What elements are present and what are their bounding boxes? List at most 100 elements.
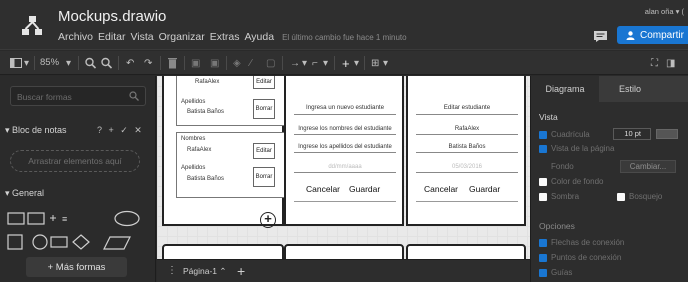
mockup-student-list[interactable]: RafaAlex Editar Apellidos Batista Baños … bbox=[162, 76, 286, 228]
page-tab-bar: ⋮ Página-1 ⌃ + bbox=[157, 259, 530, 282]
connection-arrows-option[interactable]: Flechas de conexión bbox=[539, 238, 624, 247]
undo-icon[interactable]: ↶ bbox=[126, 57, 134, 69]
fill-color-icon[interactable]: ◈ bbox=[233, 57, 241, 69]
names-input[interactable]: Ingrese los nombres del estudiante bbox=[294, 124, 396, 135]
format-panel-icon[interactable]: ◨ bbox=[666, 57, 675, 69]
grid-size-input[interactable]: 10 pt bbox=[613, 128, 651, 140]
diagram-canvas[interactable]: RafaAlex Editar Apellidos Batista Baños … bbox=[157, 76, 530, 259]
comments-icon[interactable] bbox=[594, 31, 607, 42]
zoom-out-icon[interactable] bbox=[101, 57, 112, 69]
add-student-button[interactable]: + bbox=[260, 212, 276, 228]
student-name: RafaAlex bbox=[195, 79, 220, 85]
name-input[interactable]: RafaAlex bbox=[416, 124, 518, 135]
more-shapes-button[interactable]: + Más formas bbox=[26, 257, 127, 277]
menu-organizar[interactable]: Organizar bbox=[159, 31, 205, 43]
guides-checkbox[interactable] bbox=[539, 268, 547, 277]
connection-style-icon[interactable]: → bbox=[290, 57, 300, 69]
shadow-icon[interactable]: ▢ bbox=[266, 57, 275, 69]
sketch-option[interactable]: Bosquejo bbox=[617, 192, 662, 201]
mockup-new-student-form[interactable]: Ingresa un nuevo estudiante Ingrese los … bbox=[284, 76, 404, 226]
guides-option[interactable]: Guías bbox=[539, 268, 572, 277]
zoom-level[interactable]: 85% bbox=[40, 57, 59, 68]
date-input[interactable]: 05/03/2016 bbox=[416, 162, 518, 173]
user-icon bbox=[626, 30, 635, 40]
tab-pagina-1[interactable]: Página-1 ⌃ bbox=[183, 266, 227, 277]
svg-text:≡: ≡ bbox=[62, 214, 67, 224]
view-dropdown-icon[interactable]: ▾ bbox=[24, 57, 29, 69]
background-color-option[interactable]: Color de fondo bbox=[539, 177, 603, 186]
edit-button[interactable]: Editar bbox=[253, 76, 275, 89]
table-dropdown-icon[interactable]: ▾ bbox=[383, 57, 388, 69]
to-front-icon[interactable]: ▣ bbox=[191, 57, 200, 69]
sidebar-toggle-icon[interactable] bbox=[10, 57, 22, 69]
table-icon[interactable]: ⊞ bbox=[371, 57, 379, 69]
menu-extras[interactable]: Extras bbox=[210, 31, 240, 43]
surnames-input[interactable]: Ingrese los apellidos del estudiante bbox=[294, 142, 396, 153]
shadow-option[interactable]: Sombra bbox=[539, 192, 579, 201]
grid-checkbox[interactable] bbox=[539, 130, 547, 139]
user-menu[interactable]: alan oña ▾ ( bbox=[645, 7, 684, 16]
search-icon[interactable] bbox=[129, 91, 139, 101]
save-button[interactable]: Guardar bbox=[469, 184, 500, 194]
delete-button[interactable]: Borrar bbox=[253, 167, 275, 187]
page-view-option[interactable]: Vista de la página bbox=[539, 144, 614, 153]
connection-points-option[interactable]: Puntos de conexión bbox=[539, 253, 621, 262]
general-shapes-grid[interactable]: ≡ bbox=[6, 208, 152, 252]
menu-ayuda[interactable]: Ayuda bbox=[244, 31, 274, 43]
waypoints-icon[interactable]: ⌐ bbox=[312, 57, 318, 69]
mockup-screen-next-1[interactable] bbox=[162, 244, 284, 259]
redo-icon[interactable]: ↷ bbox=[144, 57, 152, 69]
fullscreen-icon[interactable]: ⛶ bbox=[651, 57, 658, 69]
to-back-icon[interactable]: ▣ bbox=[210, 57, 219, 69]
cancel-button[interactable]: Cancelar bbox=[306, 184, 340, 194]
tab-diagrama[interactable]: Diagrama bbox=[531, 76, 599, 102]
connection-arrows-checkbox[interactable] bbox=[539, 238, 547, 247]
share-button[interactable]: Compartir bbox=[617, 26, 688, 44]
background-color-checkbox[interactable] bbox=[539, 177, 547, 186]
notepad-drop-zone[interactable]: Arrastrar elementos aquí bbox=[10, 150, 140, 172]
add-page-button[interactable]: + bbox=[237, 263, 245, 279]
edit-button[interactable]: Editar bbox=[253, 143, 275, 159]
notepad-section-header[interactable]: ▾ Bloc de notas bbox=[5, 125, 67, 136]
last-change-status[interactable]: El último cambio fue hace 1 minuto bbox=[282, 33, 407, 42]
student-name: RafaAlex bbox=[187, 147, 212, 153]
pages-menu-icon[interactable]: ⋮ bbox=[167, 265, 177, 276]
title-bar: Mockups.drawio Archivo Editar Vista Orga… bbox=[0, 0, 688, 50]
date-input[interactable]: dd/mm/aaaa bbox=[294, 162, 396, 173]
zoom-in-icon[interactable] bbox=[85, 57, 96, 69]
connection-dropdown-icon[interactable]: ▾ bbox=[302, 57, 307, 69]
delete-button[interactable]: Borrar bbox=[253, 99, 275, 119]
cancel-button[interactable]: Cancelar bbox=[424, 184, 458, 194]
insert-dropdown-icon[interactable]: ▾ bbox=[354, 57, 359, 69]
shape-search bbox=[10, 86, 146, 106]
grid-option[interactable]: Cuadrícula bbox=[539, 130, 590, 139]
general-section-header[interactable]: ▾ General bbox=[5, 188, 44, 199]
grid-color-swatch[interactable] bbox=[656, 129, 678, 139]
connection-points-checkbox[interactable] bbox=[539, 253, 547, 262]
delete-icon[interactable] bbox=[168, 57, 177, 69]
tab-more[interactable] bbox=[661, 76, 688, 102]
mockup-screen-next-2[interactable] bbox=[284, 244, 404, 259]
menu-vista[interactable]: Vista bbox=[130, 31, 153, 43]
menu-editar[interactable]: Editar bbox=[98, 31, 125, 43]
file-title[interactable]: Mockups.drawio bbox=[58, 8, 166, 25]
zoom-dropdown-icon[interactable]: ▾ bbox=[66, 57, 71, 69]
surname-label: Apellidos bbox=[181, 99, 206, 105]
student-card-1[interactable]: RafaAlex Editar Apellidos Batista Baños … bbox=[176, 76, 286, 126]
change-background-button[interactable]: Cambiar... bbox=[620, 160, 676, 173]
waypoints-dropdown-icon[interactable]: ▾ bbox=[323, 57, 328, 69]
tab-estilo[interactable]: Estilo bbox=[599, 76, 661, 102]
student-card-2[interactable]: Nombres RafaAlex Editar Apellidos Batist… bbox=[176, 132, 286, 198]
surname-input[interactable]: Batista Baños bbox=[416, 142, 518, 153]
mockup-edit-student-form[interactable]: Editar estudiante RafaAlex Batista Baños… bbox=[406, 76, 526, 226]
menu-archivo[interactable]: Archivo bbox=[58, 31, 93, 43]
mockup-screen-next-3[interactable] bbox=[406, 244, 526, 259]
save-button[interactable]: Guardar bbox=[349, 184, 380, 194]
line-color-icon[interactable]: ∕ bbox=[250, 57, 252, 69]
shadow-checkbox[interactable] bbox=[539, 192, 547, 201]
insert-icon[interactable]: + bbox=[342, 56, 350, 71]
shape-search-input[interactable] bbox=[17, 90, 127, 103]
page-view-checkbox[interactable] bbox=[539, 144, 547, 153]
notepad-actions[interactable]: ? + ✓ ✕ bbox=[97, 125, 144, 136]
sketch-checkbox[interactable] bbox=[617, 192, 625, 201]
